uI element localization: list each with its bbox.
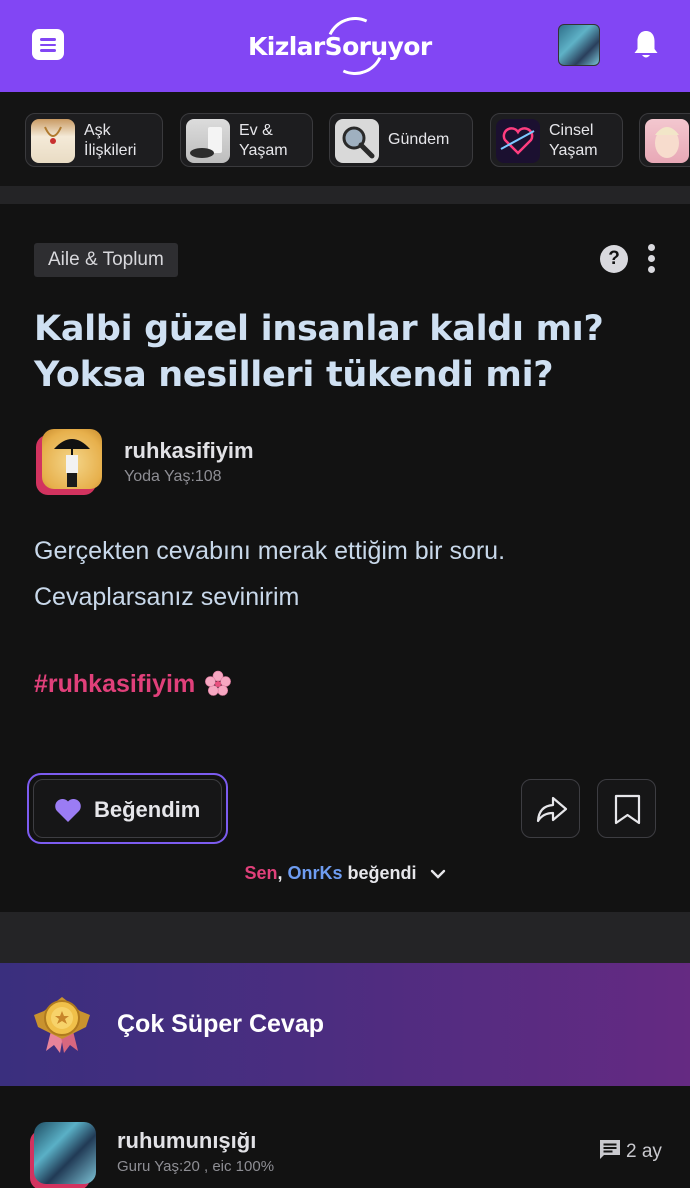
category-thumbnail: [335, 119, 379, 163]
like-label: Beğendim: [94, 797, 201, 822]
liked-by-name[interactable]: Sen: [244, 863, 277, 883]
avatar-image: [34, 1122, 96, 1184]
robot-vacuum-image-icon: [190, 127, 222, 158]
app-logo[interactable]: KizlarSoruyor: [248, 8, 448, 84]
category-thumbnail: [496, 119, 540, 163]
magnifier-image-icon: [342, 126, 375, 159]
section-divider: [0, 186, 690, 204]
category-thumbnail: [186, 119, 230, 163]
answer-author-name[interactable]: ruhumunışığı: [117, 1128, 256, 1154]
author-meta: Yoda Yaş:108: [124, 468, 222, 485]
award-label: Çok Süper Cevap: [117, 1010, 325, 1038]
liked-by-separator: ,: [277, 863, 288, 883]
necklace-image-icon: [44, 126, 62, 144]
category-tag[interactable]: Aile & Toplum: [34, 243, 178, 277]
share-button[interactable]: [521, 779, 580, 838]
help-icon[interactable]: ?: [600, 245, 628, 273]
category-thumbnail: [645, 119, 689, 163]
category-chip-partial[interactable]: [639, 113, 690, 167]
question-body-line: Cevaplarsanız sevinirim: [34, 583, 300, 611]
face-image-icon: [655, 127, 679, 158]
bookmark-icon: [614, 794, 641, 825]
bookmark-button[interactable]: [597, 779, 656, 838]
category-label: Cinsel Yaşam: [549, 122, 598, 159]
cherry-blossom-icon: [205, 670, 231, 696]
liked-by-name[interactable]: OnrKs: [287, 863, 342, 883]
category-bar: Aşk İlişkileri Ev & Yaşam Gündem Cinsel …: [0, 92, 690, 186]
question-card: Aile & Toplum ? Kalbi güzel insanlar kal…: [0, 204, 690, 912]
comment-icon: [600, 1140, 620, 1159]
umbrella-figure-icon: [54, 439, 90, 487]
hamburger-line: [40, 43, 56, 47]
question-title: Kalbi güzel insanlar kaldı mı? Yoksa nes…: [34, 309, 604, 395]
author-avatar[interactable]: [36, 429, 104, 497]
category-label: Ev & Yaşam: [239, 122, 288, 159]
answer-author-avatar[interactable]: [30, 1122, 98, 1188]
question-body: Gerçekten cevabını merak ettiğim bir sor…: [34, 528, 505, 620]
profile-avatar[interactable]: [558, 24, 600, 66]
liked-by-suffix: beğendi: [342, 863, 417, 883]
neon-heart-image-icon: [500, 127, 535, 155]
like-button[interactable]: Beğendim: [33, 779, 222, 838]
question-body-line: Gerçekten cevabını merak ettiğim bir sor…: [34, 537, 506, 565]
heart-icon: [55, 798, 81, 822]
category-label: Gündem: [388, 131, 450, 148]
liked-by-summary[interactable]: Sen, OnrKs beğendi: [0, 863, 690, 884]
author-name[interactable]: ruhkasifiyim: [124, 438, 254, 464]
category-thumbnail: [31, 119, 75, 163]
answer-author-meta: Guru Yaş:20 , eic 100%: [117, 1158, 275, 1175]
section-divider: [0, 912, 690, 963]
answer-item: ruhumunışığı Guru Yaş:20 , eic 100% 2 ay: [0, 1086, 690, 1188]
category-chip-gundem[interactable]: Gündem: [329, 113, 473, 167]
chevron-down-icon[interactable]: [430, 868, 446, 880]
more-options-icon[interactable]: [648, 244, 656, 276]
award-banner: Çok Süper Cevap: [0, 963, 690, 1086]
medal-icon: [34, 997, 90, 1053]
hashtag-link[interactable]: #ruhkasifiyim: [34, 670, 195, 699]
app-header: KizlarSoruyor: [0, 0, 690, 92]
bell-icon[interactable]: [631, 28, 661, 62]
category-chip-ev-yasam[interactable]: Ev & Yaşam: [180, 113, 313, 167]
category-chip-ask-iliskileri[interactable]: Aşk İlişkileri: [25, 113, 163, 167]
share-icon: [536, 796, 568, 823]
avatar-image: [42, 429, 102, 489]
answer-time-text: 2 ay: [626, 1141, 662, 1162]
hamburger-line: [40, 49, 56, 52]
hamburger-icon: [40, 38, 56, 41]
logo-text: KizlarSoruyor: [248, 32, 432, 61]
category-label: Aşk İlişkileri: [84, 122, 137, 159]
answer-time: 2 ay: [598, 1138, 662, 1163]
category-chip-cinsel-yasam[interactable]: Cinsel Yaşam: [490, 113, 623, 167]
menu-button[interactable]: [32, 29, 64, 60]
